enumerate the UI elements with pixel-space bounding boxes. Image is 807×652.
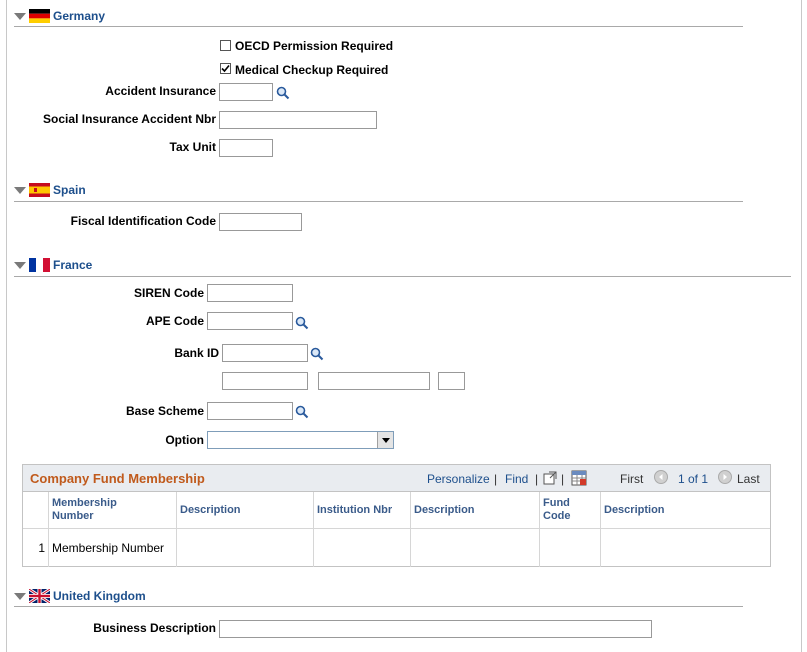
collapse-icon[interactable] [14, 187, 26, 194]
business-description-input[interactable] [219, 620, 652, 638]
spain-flag-icon [29, 183, 50, 197]
collapse-icon[interactable] [14, 593, 26, 600]
collapse-icon[interactable] [14, 262, 26, 269]
oecd-permission-label: OECD Permission Required [235, 39, 394, 53]
previous-button[interactable] [654, 470, 668, 484]
personalize-link[interactable]: Personalize [427, 472, 490, 486]
description-cell [411, 529, 540, 567]
section-divider [14, 276, 791, 277]
bank-id-label: Bank ID [174, 346, 219, 360]
section-germany-header[interactable]: Germany [14, 7, 105, 25]
row-index-header [23, 492, 49, 528]
lookup-search-icon[interactable] [295, 405, 309, 419]
membership-number-cell: Membership Number [49, 529, 177, 567]
bank-account-input[interactable] [318, 372, 430, 390]
bank-id-input[interactable] [222, 344, 308, 362]
chevron-down-icon [382, 438, 390, 443]
dropdown-button[interactable] [377, 432, 393, 448]
fiscal-identification-input[interactable] [219, 213, 302, 231]
next-button[interactable] [718, 470, 732, 484]
tax-unit-label: Tax Unit [169, 140, 216, 154]
social-insurance-input[interactable] [219, 111, 377, 129]
col-fund-code[interactable]: Fund Code [540, 492, 601, 528]
section-germany-title: Germany [53, 9, 106, 23]
separator: | [561, 472, 565, 486]
col-description[interactable]: Description [601, 492, 770, 528]
accident-insurance-label: Accident Insurance [105, 84, 216, 98]
medical-checkup-label: Medical Checkup Required [235, 63, 389, 77]
option-label: Option [165, 433, 204, 447]
uk-flag-icon [29, 589, 50, 603]
section-divider [14, 26, 743, 27]
download-spreadsheet-icon[interactable] [571, 470, 587, 486]
description-cell [601, 529, 770, 567]
option-select[interactable] [207, 431, 394, 449]
col-membership-number[interactable]: Membership Number [49, 492, 177, 528]
fiscal-identification-label: Fiscal Identification Code [70, 214, 216, 228]
business-description-label: Business Description [93, 621, 216, 635]
section-divider [14, 201, 743, 202]
base-scheme-label: Base Scheme [125, 404, 204, 418]
siren-code-input[interactable] [207, 284, 293, 302]
section-divider [14, 606, 743, 607]
section-france-title: France [53, 258, 93, 272]
find-link[interactable]: Find [505, 472, 528, 486]
chevron-right-icon [723, 474, 727, 480]
col-description[interactable]: Description [411, 492, 540, 528]
fund-code-cell [540, 529, 601, 567]
siren-code-label: SIREN Code [133, 286, 204, 300]
medical-checkup-checkbox[interactable] [220, 63, 231, 74]
bank-branch-input[interactable] [222, 372, 308, 390]
row-range: 1 of 1 [678, 472, 709, 486]
view-all-icon[interactable] [543, 471, 557, 485]
accident-insurance-input[interactable] [219, 83, 273, 101]
separator: | [535, 472, 539, 486]
first-label[interactable]: First [620, 472, 643, 486]
germany-flag-icon [29, 9, 50, 23]
checkmark-icon [221, 64, 230, 73]
institution-nbr-cell [314, 529, 411, 567]
base-scheme-input[interactable] [207, 402, 293, 420]
separator: | [494, 472, 498, 486]
france-flag-icon [29, 258, 50, 272]
last-label[interactable]: Last [737, 472, 760, 486]
ape-code-input[interactable] [207, 312, 293, 330]
section-spain-title: Spain [53, 183, 86, 197]
description-cell [177, 529, 314, 567]
row-index: 1 [23, 529, 49, 567]
grid-header-bar: Company Fund Membership Personalize | Fi… [23, 465, 770, 492]
company-fund-membership-grid: Company Fund Membership Personalize | Fi… [22, 464, 771, 567]
lookup-search-icon[interactable] [310, 347, 324, 361]
oecd-permission-checkbox[interactable] [220, 40, 231, 51]
tax-unit-input[interactable] [219, 139, 273, 157]
section-france-header[interactable]: France [14, 256, 92, 274]
section-uk-header[interactable]: United Kingdom [14, 587, 146, 605]
bank-key-input[interactable] [438, 372, 465, 390]
lookup-search-icon[interactable] [295, 316, 309, 330]
chevron-left-icon [659, 474, 663, 480]
section-spain-header[interactable]: Spain [14, 181, 86, 199]
collapse-icon[interactable] [14, 13, 26, 20]
section-uk-title: United Kingdom [53, 589, 146, 603]
col-institution-nbr[interactable]: Institution Nbr [314, 492, 411, 528]
ape-code-label: APE Code [145, 314, 204, 328]
col-description[interactable]: Description [177, 492, 314, 528]
social-insurance-label: Social Insurance Accident Nbr [43, 112, 216, 126]
lookup-search-icon[interactable] [276, 86, 290, 100]
grid-title: Company Fund Membership [30, 471, 205, 486]
